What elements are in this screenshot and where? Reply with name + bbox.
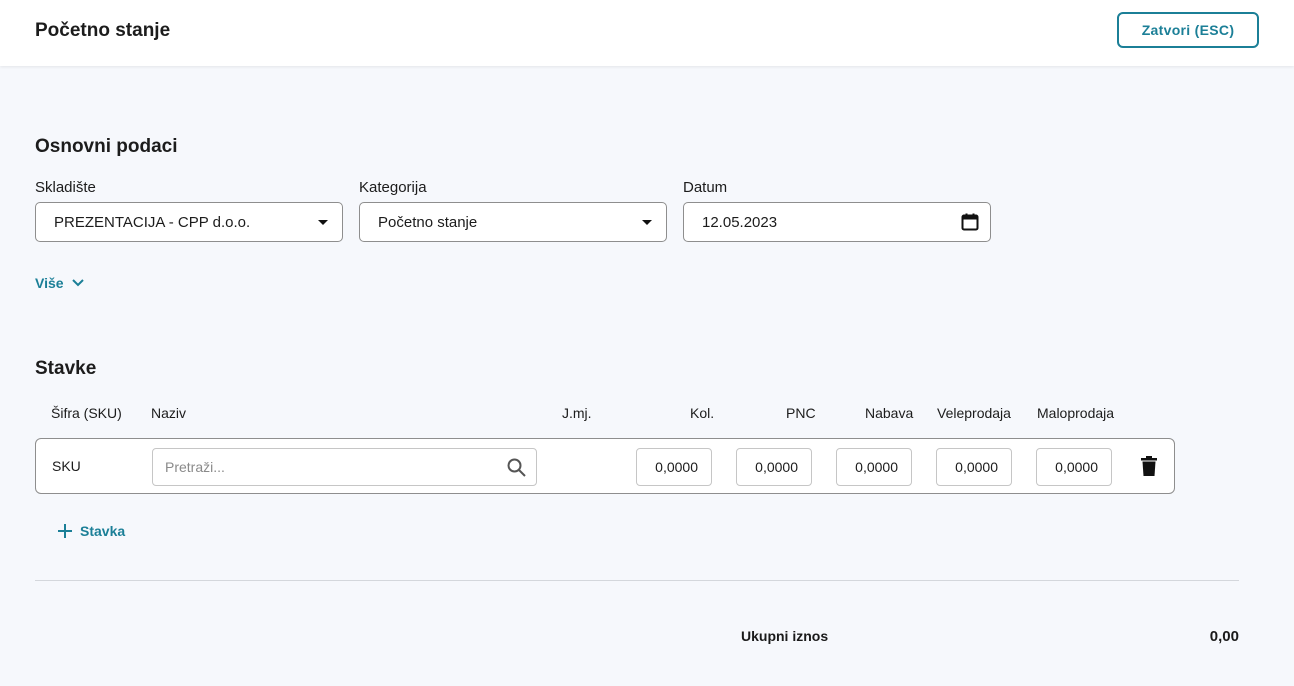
pnc-input[interactable]	[736, 448, 812, 486]
category-label: Kategorija	[359, 179, 427, 196]
add-item-button[interactable]: Stavka	[57, 523, 125, 539]
page-title: Početno stanje	[35, 20, 171, 41]
column-header-unit: J.mj.	[562, 405, 592, 421]
add-item-label: Stavka	[80, 523, 126, 539]
dropdown-caret-icon	[318, 220, 328, 225]
more-toggle[interactable]: Više	[35, 275, 84, 291]
dropdown-caret-icon	[642, 220, 652, 225]
chevron-down-icon	[71, 279, 84, 287]
column-header-quantity: Kol.	[690, 405, 715, 421]
column-header-wholesale: Veleprodaja	[937, 405, 1011, 421]
section-title-basic: Osnovni podaci	[35, 136, 178, 157]
warehouse-select[interactable]: PREZENTACIJA - CPP d.o.o.	[35, 202, 343, 242]
column-header-retail: Maloprodaja	[1037, 405, 1115, 421]
column-header-pnc: PNC	[786, 405, 816, 421]
trash-icon[interactable]	[1141, 456, 1157, 476]
more-label: Više	[35, 275, 64, 291]
warehouse-value: PREZENTACIJA - CPP d.o.o.	[54, 213, 251, 231]
column-header-name: Naziv	[151, 405, 187, 421]
section-title-items: Stavke	[35, 358, 97, 379]
total-value: 0,00	[1209, 628, 1239, 645]
category-value: Početno stanje	[378, 213, 478, 231]
category-select[interactable]: Početno stanje	[359, 202, 667, 242]
quantity-input[interactable]	[636, 448, 712, 486]
date-input[interactable]: 12.05.2023	[683, 202, 991, 242]
top-bar: Početno stanje Zatvori (ESC)	[0, 0, 1294, 66]
date-value: 12.05.2023	[702, 213, 778, 231]
column-header-purchase: Nabava	[865, 405, 914, 421]
wholesale-price-input[interactable]	[936, 448, 1012, 486]
total-label: Ukupni iznos	[741, 628, 829, 644]
divider	[35, 580, 1239, 581]
plus-icon	[58, 524, 72, 538]
column-header-sku: Šifra (SKU)	[51, 405, 122, 421]
sku-value: SKU	[52, 458, 81, 474]
close-button[interactable]: Zatvori (ESC)	[1117, 12, 1259, 48]
item-row: SKU	[35, 438, 1175, 494]
search-icon[interactable]	[507, 458, 526, 477]
purchase-price-input[interactable]	[836, 448, 912, 486]
warehouse-label: Skladište	[35, 179, 96, 196]
item-search-field[interactable]	[152, 448, 537, 486]
calendar-icon[interactable]	[961, 213, 979, 231]
date-label: Datum	[683, 179, 728, 196]
retail-price-input[interactable]	[1036, 448, 1112, 486]
item-search-input[interactable]	[165, 459, 485, 475]
